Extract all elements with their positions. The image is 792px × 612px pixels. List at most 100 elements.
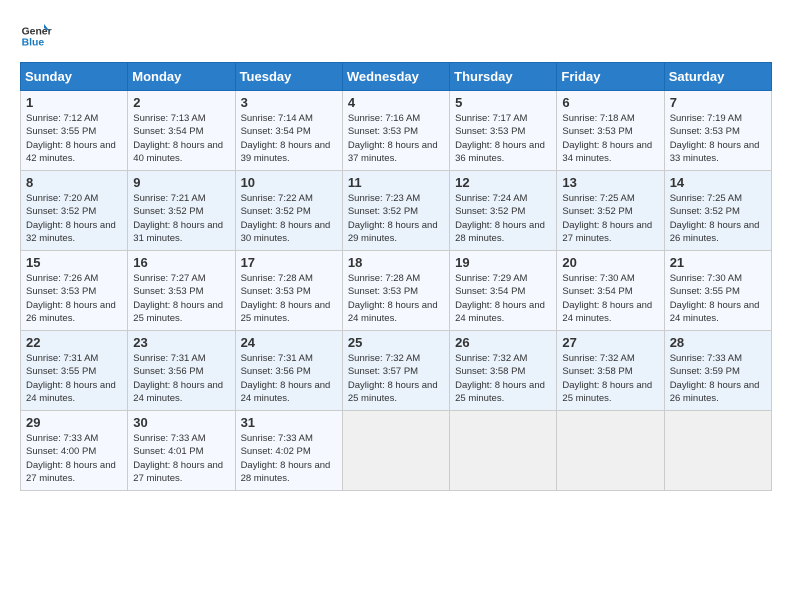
day-number: 27 xyxy=(562,335,658,350)
day-number: 31 xyxy=(241,415,337,430)
day-number: 1 xyxy=(26,95,122,110)
day-number: 28 xyxy=(670,335,766,350)
calendar-cell: 31 Sunrise: 7:33 AMSunset: 4:02 PMDayligh… xyxy=(235,411,342,491)
day-detail: Sunrise: 7:20 AMSunset: 3:52 PMDaylight:… xyxy=(26,192,122,245)
day-number: 12 xyxy=(455,175,551,190)
calendar-week-3: 15 Sunrise: 7:26 AMSunset: 3:53 PMDayligh… xyxy=(21,251,772,331)
day-detail: Sunrise: 7:30 AMSunset: 3:54 PMDaylight:… xyxy=(562,272,658,325)
calendar-cell: 22 Sunrise: 7:31 AMSunset: 3:55 PMDayligh… xyxy=(21,331,128,411)
calendar-cell: 18 Sunrise: 7:28 AMSunset: 3:53 PMDayligh… xyxy=(342,251,449,331)
calendar-cell xyxy=(342,411,449,491)
calendar-cell: 10 Sunrise: 7:22 AMSunset: 3:52 PMDayligh… xyxy=(235,171,342,251)
calendar-cell: 9Sunrise: 7:21 AMSunset: 3:52 PMDaylight… xyxy=(128,171,235,251)
calendar-cell: 7 Sunrise: 7:19 AMSunset: 3:53 PMDaylight… xyxy=(664,91,771,171)
day-number: 15 xyxy=(26,255,122,270)
day-number: 9 xyxy=(133,175,229,190)
day-detail: Sunrise: 7:33 AMSunset: 4:01 PMDaylight:… xyxy=(133,432,229,485)
weekday-header-wednesday: Wednesday xyxy=(342,63,449,91)
weekday-header-saturday: Saturday xyxy=(664,63,771,91)
day-number: 16 xyxy=(133,255,229,270)
day-detail: Sunrise: 7:33 AMSunset: 3:59 PMDaylight:… xyxy=(670,352,766,405)
day-number: 2 xyxy=(133,95,229,110)
weekday-header-row: SundayMondayTuesdayWednesdayThursdayFrid… xyxy=(21,63,772,91)
day-number: 5 xyxy=(455,95,551,110)
day-number: 8 xyxy=(26,175,122,190)
calendar-cell: 29 Sunrise: 7:33 AMSunset: 4:00 PMDayligh… xyxy=(21,411,128,491)
day-number: 29 xyxy=(26,415,122,430)
day-detail: Sunrise: 7:33 AMSunset: 4:00 PMDaylight:… xyxy=(26,432,122,485)
calendar-cell: 12 Sunrise: 7:24 AMSunset: 3:52 PMDayligh… xyxy=(450,171,557,251)
day-detail: Sunrise: 7:27 AMSunset: 3:53 PMDaylight:… xyxy=(133,272,229,325)
day-detail: Sunrise: 7:30 AMSunset: 3:55 PMDaylight:… xyxy=(670,272,766,325)
day-number: 18 xyxy=(348,255,444,270)
calendar-cell: 2 Sunrise: 7:13 AMSunset: 3:54 PMDaylight… xyxy=(128,91,235,171)
day-detail: Sunrise: 7:18 AMSunset: 3:53 PMDaylight:… xyxy=(562,112,658,165)
page-header: General Blue xyxy=(20,20,772,52)
day-number: 25 xyxy=(348,335,444,350)
calendar-cell xyxy=(557,411,664,491)
calendar-cell xyxy=(450,411,557,491)
calendar-cell: 5 Sunrise: 7:17 AMSunset: 3:53 PMDaylight… xyxy=(450,91,557,171)
day-detail: Sunrise: 7:32 AMSunset: 3:57 PMDaylight:… xyxy=(348,352,444,405)
calendar-table: SundayMondayTuesdayWednesdayThursdayFrid… xyxy=(20,62,772,491)
logo: General Blue xyxy=(20,20,52,52)
calendar-cell: 26 Sunrise: 7:32 AMSunset: 3:58 PMDayligh… xyxy=(450,331,557,411)
calendar-cell: 8 Sunrise: 7:20 AMSunset: 3:52 PMDaylight… xyxy=(21,171,128,251)
day-number: 4 xyxy=(348,95,444,110)
calendar-week-1: 1 Sunrise: 7:12 AMSunset: 3:55 PMDaylight… xyxy=(21,91,772,171)
day-detail: Sunrise: 7:25 AMSunset: 3:52 PMDaylight:… xyxy=(562,192,658,245)
day-number: 22 xyxy=(26,335,122,350)
day-number: 24 xyxy=(241,335,337,350)
day-detail: Sunrise: 7:28 AMSunset: 3:53 PMDaylight:… xyxy=(241,272,337,325)
calendar-cell: 16 Sunrise: 7:27 AMSunset: 3:53 PMDayligh… xyxy=(128,251,235,331)
calendar-cell: 15 Sunrise: 7:26 AMSunset: 3:53 PMDayligh… xyxy=(21,251,128,331)
svg-text:Blue: Blue xyxy=(22,38,45,49)
day-number: 26 xyxy=(455,335,551,350)
calendar-week-5: 29 Sunrise: 7:33 AMSunset: 4:00 PMDayligh… xyxy=(21,411,772,491)
day-detail: Sunrise: 7:24 AMSunset: 3:52 PMDaylight:… xyxy=(455,192,551,245)
calendar-cell: 17 Sunrise: 7:28 AMSunset: 3:53 PMDayligh… xyxy=(235,251,342,331)
day-detail: Sunrise: 7:19 AMSunset: 3:53 PMDaylight:… xyxy=(670,112,766,165)
day-number: 17 xyxy=(241,255,337,270)
svg-text:General: General xyxy=(22,26,52,37)
day-number: 3 xyxy=(241,95,337,110)
weekday-header-thursday: Thursday xyxy=(450,63,557,91)
day-detail: Sunrise: 7:17 AMSunset: 3:53 PMDaylight:… xyxy=(455,112,551,165)
calendar-cell: 4 Sunrise: 7:16 AMSunset: 3:53 PMDaylight… xyxy=(342,91,449,171)
day-detail: Sunrise: 7:29 AMSunset: 3:54 PMDaylight:… xyxy=(455,272,551,325)
day-number: 21 xyxy=(670,255,766,270)
calendar-cell: 20Sunrise: 7:30 AMSunset: 3:54 PMDayligh… xyxy=(557,251,664,331)
calendar-week-2: 8 Sunrise: 7:20 AMSunset: 3:52 PMDaylight… xyxy=(21,171,772,251)
calendar-cell: 3 Sunrise: 7:14 AMSunset: 3:54 PMDaylight… xyxy=(235,91,342,171)
day-detail: Sunrise: 7:26 AMSunset: 3:53 PMDaylight:… xyxy=(26,272,122,325)
calendar-cell: 24Sunrise: 7:31 AMSunset: 3:56 PMDayligh… xyxy=(235,331,342,411)
day-detail: Sunrise: 7:32 AMSunset: 3:58 PMDaylight:… xyxy=(562,352,658,405)
calendar-cell: 28 Sunrise: 7:33 AMSunset: 3:59 PMDayligh… xyxy=(664,331,771,411)
calendar-cell xyxy=(664,411,771,491)
day-number: 10 xyxy=(241,175,337,190)
day-detail: Sunrise: 7:32 AMSunset: 3:58 PMDaylight:… xyxy=(455,352,551,405)
day-number: 23 xyxy=(133,335,229,350)
calendar-body: 1 Sunrise: 7:12 AMSunset: 3:55 PMDaylight… xyxy=(21,91,772,491)
day-detail: Sunrise: 7:28 AMSunset: 3:53 PMDaylight:… xyxy=(348,272,444,325)
day-detail: Sunrise: 7:13 AMSunset: 3:54 PMDaylight:… xyxy=(133,112,229,165)
day-detail: Sunrise: 7:23 AMSunset: 3:52 PMDaylight:… xyxy=(348,192,444,245)
calendar-cell: 27 Sunrise: 7:32 AMSunset: 3:58 PMDayligh… xyxy=(557,331,664,411)
calendar-cell: 30 Sunrise: 7:33 AMSunset: 4:01 PMDayligh… xyxy=(128,411,235,491)
day-number: 13 xyxy=(562,175,658,190)
calendar-cell: 19 Sunrise: 7:29 AMSunset: 3:54 PMDayligh… xyxy=(450,251,557,331)
day-detail: Sunrise: 7:33 AMSunset: 4:02 PMDaylight:… xyxy=(241,432,337,485)
day-number: 7 xyxy=(670,95,766,110)
day-detail: Sunrise: 7:12 AMSunset: 3:55 PMDaylight:… xyxy=(26,112,122,165)
calendar-cell: 25 Sunrise: 7:32 AMSunset: 3:57 PMDayligh… xyxy=(342,331,449,411)
day-number: 30 xyxy=(133,415,229,430)
day-detail: Sunrise: 7:22 AMSunset: 3:52 PMDaylight:… xyxy=(241,192,337,245)
day-detail: Sunrise: 7:16 AMSunset: 3:53 PMDaylight:… xyxy=(348,112,444,165)
calendar-cell: 23Sunrise: 7:31 AMSunset: 3:56 PMDayligh… xyxy=(128,331,235,411)
day-detail: Sunrise: 7:14 AMSunset: 3:54 PMDaylight:… xyxy=(241,112,337,165)
calendar-cell: 13 Sunrise: 7:25 AMSunset: 3:52 PMDayligh… xyxy=(557,171,664,251)
day-number: 14 xyxy=(670,175,766,190)
weekday-header-tuesday: Tuesday xyxy=(235,63,342,91)
day-number: 19 xyxy=(455,255,551,270)
day-detail: Sunrise: 7:31 AMSunset: 3:55 PMDaylight:… xyxy=(26,352,122,405)
